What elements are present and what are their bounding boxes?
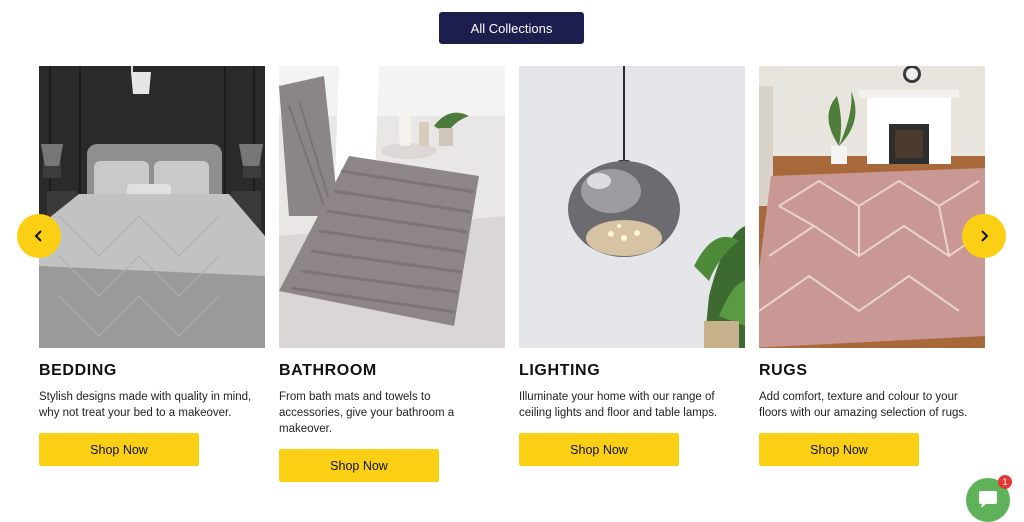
lighting-image[interactable]: [519, 66, 745, 348]
bedding-image[interactable]: [39, 66, 265, 348]
rugs-image[interactable]: [759, 66, 985, 348]
all-collections-button[interactable]: All Collections: [439, 12, 584, 44]
chevron-right-icon: [981, 230, 989, 242]
chat-notification-badge: 1: [998, 475, 1012, 489]
collection-card-rugs: RUGS Add comfort, texture and colour to …: [759, 66, 985, 466]
shop-now-button[interactable]: Shop Now: [279, 449, 439, 482]
card-title: RUGS: [759, 362, 808, 379]
collection-card-lighting: LIGHTING Illuminate your home with our r…: [519, 66, 745, 466]
collection-card-bathroom: BATHROOM From bath mats and towels to ac…: [279, 66, 505, 482]
card-title: BATHROOM: [279, 362, 377, 379]
carousel-prev-button[interactable]: [17, 214, 61, 258]
bathroom-image[interactable]: [279, 66, 505, 348]
shop-now-button[interactable]: Shop Now: [759, 433, 919, 466]
shop-now-button[interactable]: Shop Now: [519, 433, 679, 466]
card-description: Stylish designs made with quality in min…: [39, 391, 252, 419]
chat-bubble-icon: [979, 491, 997, 508]
carousel-next-button[interactable]: [962, 214, 1006, 258]
card-description: Add comfort, texture and colour to your …: [759, 391, 968, 419]
card-title: LIGHTING: [519, 362, 601, 379]
collection-card-bedding: BEDDING Stylish designs made with qualit…: [39, 66, 265, 466]
card-description: Illuminate your home with our range of c…: [519, 391, 718, 419]
card-title: BEDDING: [39, 362, 117, 379]
shop-now-button[interactable]: Shop Now: [39, 433, 199, 466]
card-description: From bath mats and towels to accessories…: [279, 391, 455, 435]
chevron-left-icon: [34, 230, 42, 242]
